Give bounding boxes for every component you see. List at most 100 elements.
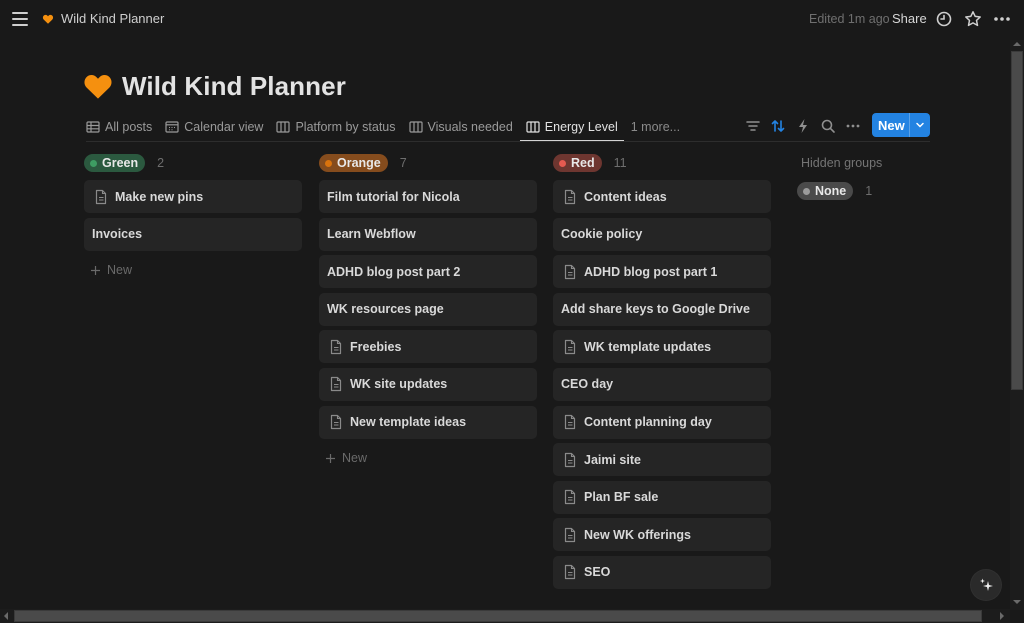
card-title: Jaimi site [584,452,641,467]
document-icon [564,490,576,505]
tab-all-posts[interactable]: All posts [86,112,152,142]
group-count: 11 [613,156,627,170]
card-title: Content ideas [584,189,667,204]
document-icon [564,527,576,542]
card-title: WK template updates [584,339,712,354]
card-title: Film tutorial for Nicola [327,189,460,204]
tab-label: Visuals needed [427,120,513,134]
board-card[interactable]: ADHD blog post part 2 [319,255,537,289]
group-pill[interactable]: Red [553,154,602,172]
board-card[interactable]: ADHD blog post part 1 [553,255,771,289]
tab-energy-level[interactable]: Energy Level [519,112,624,142]
board-card[interactable]: Jaimi site [553,443,771,477]
board-card[interactable]: Learn Webflow [319,217,537,251]
column-header: Red 11 [553,152,771,174]
more-icon[interactable] [844,117,862,135]
card-title: SEO [584,565,611,580]
tab-calendar-view[interactable]: Calendar view [165,112,263,142]
tab-platform-by-status[interactable]: Platform by status [276,112,396,142]
tab-label: Energy Level [544,120,618,134]
share-button[interactable]: Share [892,11,927,26]
menu-icon[interactable] [12,12,28,26]
document-icon [564,264,576,279]
board-card[interactable]: New WK offerings [553,518,771,552]
board-card[interactable]: Content ideas [553,180,771,213]
document-icon [330,414,342,430]
board-card[interactable]: Plan BF sale [553,480,771,514]
board-column-orange: Orange 7 Film tutorial for Nicola Learn Web… [319,152,537,473]
hidden-group-none[interactable]: None 1 [797,182,882,200]
card-title: ADHD blog post part 2 [327,264,461,279]
board-card[interactable]: Content planning day [553,405,771,439]
group-name: Green [102,156,139,170]
tab-label: Calendar view [184,120,264,134]
clock-icon[interactable] [934,9,954,29]
search-icon[interactable] [819,117,837,135]
vertical-scrollbar-thumb[interactable] [1011,51,1023,390]
add-card-button[interactable]: New [84,255,302,285]
tab-label: All posts [105,120,153,134]
board-card[interactable]: WK site updates [319,367,537,401]
group-pill[interactable]: None [797,182,854,200]
group-pill[interactable]: Green [84,154,146,172]
document-icon [330,377,342,392]
board-card[interactable]: WK resources page [319,292,537,326]
card-title: WK site updates [350,377,448,392]
automation-icon[interactable] [794,117,812,135]
board-card[interactable]: Cookie policy [553,217,771,251]
column-header: Green 2 [84,152,302,174]
view-tabs: All posts Calendar view Platform by stat… [86,112,680,142]
scroll-right-arrow-icon[interactable] [1000,612,1004,620]
board-card[interactable]: Make new pins [84,180,302,213]
group-count: 2 [157,156,165,170]
horizontal-scrollbar-thumb[interactable] [14,610,982,622]
chevron-down-icon [916,122,924,128]
scroll-up-arrow-icon[interactable] [1013,42,1021,46]
new-button-label: New [878,117,905,133]
add-card-button[interactable]: New [319,443,537,473]
filter-icon[interactable] [744,117,762,135]
group-pill[interactable]: Orange [319,154,388,172]
document-icon [95,189,107,204]
card-title: Add share keys to Google Drive [561,302,750,317]
tab-visuals-needed[interactable]: Visuals needed [408,112,513,142]
sort-icon[interactable] [769,117,787,135]
board-card[interactable]: Invoices [84,217,302,251]
board-card[interactable]: Film tutorial for Nicola [319,180,537,213]
breadcrumb[interactable]: Wild Kind Planner [42,11,164,26]
top-bar: Wild Kind Planner Edited 1m ago Share [0,0,1024,38]
board-card[interactable]: WK template updates [553,330,771,364]
add-card-label: New [342,451,368,466]
calendar-icon [165,121,179,133]
page-title[interactable]: Wild Kind Planner [122,71,346,102]
board-card[interactable]: SEO [553,555,771,589]
hidden-groups: Hidden groups None 1 [797,156,882,200]
star-icon[interactable] [963,9,983,29]
ai-assistant-button[interactable] [971,570,1001,600]
more-views-button[interactable]: 1 more... [631,120,680,134]
document-icon [330,339,342,354]
group-count: 7 [399,156,407,170]
scroll-down-arrow-icon[interactable] [1013,600,1021,604]
card-title: Make new pins [115,189,204,204]
heart-icon [42,14,54,24]
board-card[interactable]: CEO day [553,367,771,401]
card-title: Cookie policy [561,227,643,242]
status-dot [325,159,332,167]
edited-timestamp: Edited 1m ago [809,12,890,26]
board-card[interactable]: New template ideas [319,405,537,439]
group-name: Orange [337,156,381,170]
more-icon[interactable] [992,9,1012,29]
new-dropdown-button[interactable] [910,120,930,130]
sparkle-icon [980,578,993,591]
divider [86,141,930,142]
board-card[interactable]: Add share keys to Google Drive [553,292,771,326]
heart-icon[interactable] [82,70,114,102]
board-icon [526,121,540,133]
new-button[interactable]: New [872,113,930,137]
tab-label: Platform by status [295,120,396,134]
plus-icon [326,453,335,463]
board-column-red: Red 11 Content ideas Cookie policy ADHD blog… [553,152,771,594]
board-card[interactable]: Freebies [319,330,537,364]
scroll-left-arrow-icon[interactable] [4,612,8,620]
